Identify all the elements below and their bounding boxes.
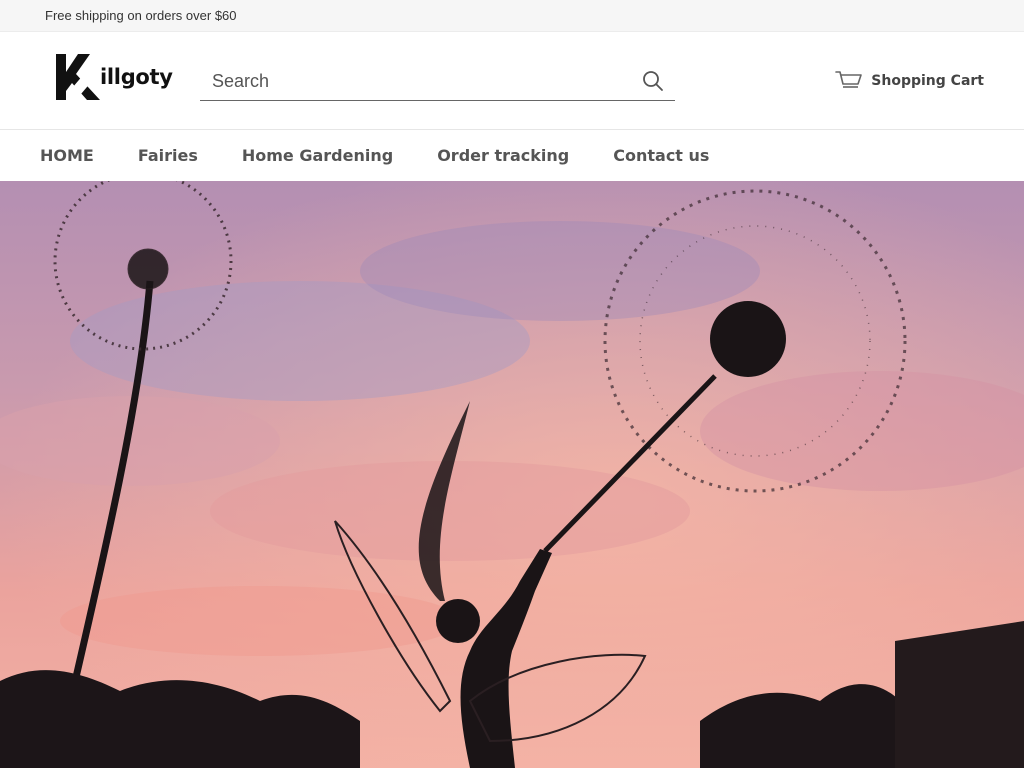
site-logo[interactable]: illgoty bbox=[54, 50, 173, 104]
nav-item-order-tracking[interactable]: Order tracking bbox=[437, 146, 569, 165]
logo-text: illgoty bbox=[100, 65, 173, 89]
nav-item-home-gardening[interactable]: Home Gardening bbox=[242, 146, 393, 165]
announcement-bar: Free shipping on orders over $60 bbox=[0, 0, 1024, 32]
logo-k-icon bbox=[56, 54, 100, 100]
hero-image bbox=[0, 181, 1024, 768]
hero-banner[interactable] bbox=[0, 181, 1024, 768]
shopping-cart-link[interactable]: Shopping Cart bbox=[835, 66, 984, 96]
nav-item-home[interactable]: HOME bbox=[40, 146, 94, 165]
search-bar bbox=[200, 62, 675, 101]
search-input[interactable] bbox=[200, 62, 631, 100]
site-header: illgoty Shopping Cart bbox=[0, 32, 1024, 130]
cart-icon bbox=[835, 71, 863, 88]
nav-item-contact-us[interactable]: Contact us bbox=[613, 146, 709, 165]
main-nav: HOME Fairies Home Gardening Order tracki… bbox=[0, 130, 1024, 181]
cart-label: Shopping Cart bbox=[871, 73, 984, 89]
search-icon bbox=[643, 71, 663, 91]
nav-item-fairies[interactable]: Fairies bbox=[138, 146, 198, 165]
search-button[interactable] bbox=[631, 62, 675, 100]
announcement-text: Free shipping on orders over $60 bbox=[45, 8, 237, 23]
